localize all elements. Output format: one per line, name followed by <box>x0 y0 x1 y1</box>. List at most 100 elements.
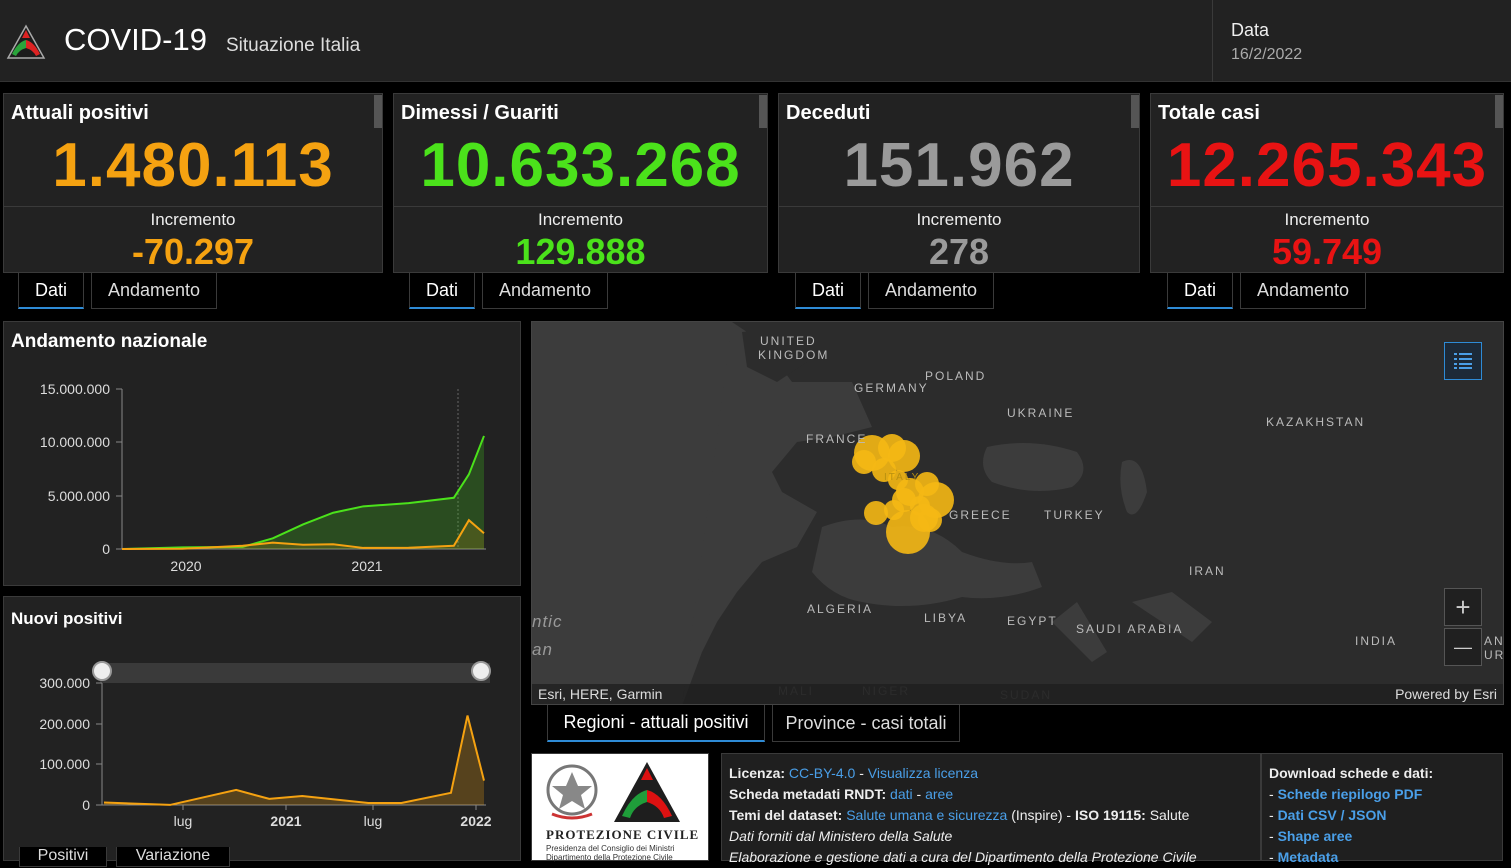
download-link[interactable]: Dati CSV / JSON <box>1278 807 1387 823</box>
download-link-item: - Dati CSV / JSON <box>1269 805 1495 826</box>
andamento-nazionale-panel: Andamento nazionale 15.000.000 10.000.000… <box>3 321 521 586</box>
temi-label: Temi del dataset: <box>729 807 843 823</box>
x-tick-label: lug <box>364 813 383 829</box>
region-bubble[interactable] <box>918 508 942 532</box>
nuovi-title: Nuovi positivi <box>11 609 123 628</box>
panel-scrollbar[interactable] <box>1495 95 1503 128</box>
bullet-prefix: - <box>1269 807 1278 823</box>
download-link[interactable]: Schede riepilogo PDF <box>1278 786 1423 802</box>
tab-andamento[interactable]: Andamento <box>868 273 994 309</box>
stat-value: 1.480.113 <box>52 131 334 200</box>
stat-panel-3: Totale casi 12.265.343 Incremento 59.749 <box>1150 93 1504 273</box>
x-tick-label: 2021 <box>270 813 301 829</box>
download-link[interactable]: Metadata <box>1278 849 1339 865</box>
y-tick-label: 10.000.000 <box>40 434 110 450</box>
tab-regioni[interactable]: Regioni - attuali positivi <box>547 705 765 742</box>
region-bubble[interactable] <box>864 501 888 525</box>
tab-andamento[interactable]: Andamento <box>91 273 217 309</box>
map-label-iran: IRAN <box>1189 564 1226 578</box>
licenza-link[interactable]: CC-BY-4.0 <box>789 765 855 781</box>
tab-variazione[interactable]: Variazione <box>116 847 230 867</box>
stat-divider <box>4 206 382 207</box>
download-link[interactable]: Shape aree <box>1278 828 1353 844</box>
y-tick-label: 0 <box>82 797 90 813</box>
tab-dati[interactable]: Dati <box>795 273 861 309</box>
iso-value: Salute <box>1145 807 1190 823</box>
stat-divider <box>1151 206 1503 207</box>
attribution-bar <box>532 684 1503 704</box>
tab-positivi[interactable]: Positivi <box>19 847 107 867</box>
tab-dati[interactable]: Dati <box>1167 273 1233 309</box>
zoom-out-button[interactable]: — <box>1444 628 1482 666</box>
powered-by-esri[interactable]: Powered by Esri <box>1395 686 1497 702</box>
temi-link[interactable]: Salute umana e sicurezza <box>846 807 1007 823</box>
stat-title: Totale casi <box>1158 102 1260 124</box>
download-panel: Download schede e dati: - Schede riepilo… <box>1261 753 1503 865</box>
increment-label: Incremento <box>537 210 624 229</box>
date-panel <box>1212 0 1511 82</box>
panel-scrollbar[interactable] <box>374 95 382 128</box>
tab-dati[interactable]: Dati <box>409 273 475 309</box>
x-tick-label: 2020 <box>170 558 201 574</box>
stat-panel-1: Dimessi / Guariti 10.633.268 Incremento … <box>393 93 768 273</box>
bullet-prefix: - <box>1269 786 1278 802</box>
visualizza-licenza-link[interactable]: Visualizza licenza <box>868 765 978 781</box>
license-info-panel: Licenza: CC-BY-4.0 - Visualizza licenza … <box>721 753 1261 865</box>
map-label-united: UNITED <box>760 334 817 348</box>
tab-province[interactable]: Province - casi totali <box>772 705 960 742</box>
map-label-egypt: EGYPT <box>1007 614 1058 628</box>
stat-divider <box>394 206 767 207</box>
map-attribution: Esri, HERE, Garmin <box>538 686 663 702</box>
map-label-india: INDIA <box>1355 634 1398 648</box>
andamento-chart: 15.000.000 10.000.000 5.000.000 0 2020 2021 <box>40 381 486 574</box>
y-tick-label: 0 <box>102 541 110 557</box>
stat-value: 10.633.268 <box>420 131 741 200</box>
y-tick-label: 200.000 <box>39 716 90 732</box>
elaborazione-text: Elaborazione e gestione dati a cura del … <box>729 849 1197 865</box>
protezione-civile-icon <box>614 762 680 822</box>
metadati-aree-link[interactable]: aree <box>925 786 953 802</box>
panel-scrollbar[interactable] <box>1131 95 1139 128</box>
region-bubble[interactable] <box>892 488 916 512</box>
stat-panel-0: Attuali positivi 1.480.113 Incremento -7… <box>3 93 383 273</box>
temi-inspire: (Inspire) - <box>1007 807 1075 823</box>
list-icon <box>1454 353 1472 369</box>
y-tick-label: 100.000 <box>39 756 90 772</box>
map-label-turkey: TURKEY <box>1044 508 1105 522</box>
map-label-urn: URN <box>1484 648 1503 662</box>
y-tick-label: 300.000 <box>39 675 90 691</box>
increment-label: Incremento <box>150 210 236 229</box>
andamento-title: Andamento nazionale <box>11 331 208 352</box>
increment-value: 278 <box>928 231 990 272</box>
map-label-ukraine: UKRAINE <box>1007 406 1075 420</box>
increment-value: 129.888 <box>515 231 646 272</box>
map-label-algeria: ALGERIA <box>807 602 874 616</box>
legend-toggle-button[interactable] <box>1444 342 1482 380</box>
zoom-in-button[interactable]: + <box>1444 588 1482 626</box>
stat-value: 12.265.343 <box>1166 131 1488 200</box>
protezione-civile-logo-icon <box>6 24 46 59</box>
x-tick-label: 2021 <box>351 558 382 574</box>
map-label-germany: GERMANY <box>854 381 929 395</box>
panel-scrollbar[interactable] <box>759 95 767 128</box>
emblem-icon <box>546 764 598 820</box>
tab-dati[interactable]: Dati <box>18 273 84 309</box>
licenza-sep: - <box>855 765 868 781</box>
logo-sub1: Presidenza del Consiglio dei Ministri <box>546 844 675 853</box>
map-label-greece: GREECE <box>949 508 1012 522</box>
licenza-label: Licenza: <box>729 765 786 781</box>
iso-label: ISO 19115: <box>1075 807 1146 823</box>
tab-andamento[interactable]: Andamento <box>482 273 608 309</box>
stat-panel-2: Deceduti 151.962 Incremento 278 <box>778 93 1140 273</box>
metadati-dati-link[interactable]: dati <box>890 786 913 802</box>
bullet-prefix: - <box>1269 849 1278 865</box>
download-link-item: - Shape aree <box>1269 826 1495 847</box>
tab-andamento[interactable]: Andamento <box>1240 273 1366 309</box>
map-label-kingdom: KINGDOM <box>758 348 830 362</box>
app-subtitle: Situazione Italia <box>226 35 361 56</box>
map-view[interactable]: UNITED KINGDOM GERMANY POLAND UKRAINE KAZAKHS… <box>531 321 1504 705</box>
date-value: 16/2/2022 <box>1231 46 1303 63</box>
metadati-sep: - <box>912 786 926 802</box>
map-label-france: FRANCE <box>806 432 868 446</box>
stat-title: Dimessi / Guariti <box>401 102 559 124</box>
